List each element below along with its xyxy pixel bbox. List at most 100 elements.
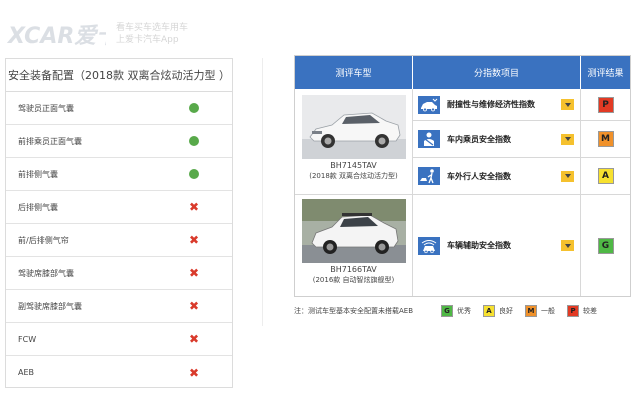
legend-item-m: M 一般 xyxy=(525,305,555,317)
score-label: 车外行人安全指数 xyxy=(447,171,511,181)
green-check-dot-icon xyxy=(189,169,199,179)
car-model-1: BH7145TAV xyxy=(330,161,377,170)
grade-badge: A xyxy=(597,168,614,184)
score-item-cell: 车内乘员安全指数 xyxy=(413,121,581,157)
safety-item-status xyxy=(156,169,232,179)
chevron-down-icon xyxy=(564,243,571,248)
score-result-cell: P xyxy=(581,89,630,120)
chevron-down-icon xyxy=(564,174,571,178)
legend-label: 优秀 xyxy=(457,307,472,315)
score-row-pedestrian: 车外行人安全指数 A xyxy=(413,158,630,195)
chevron-down-icon xyxy=(564,137,571,141)
car-model-2: BH7166TAV xyxy=(330,265,377,274)
safety-item-row: 驾驶席膝部气囊 ✖ xyxy=(6,257,232,290)
safety-item-status: ✖ xyxy=(156,200,232,214)
header-car: 测评车型 xyxy=(295,56,413,89)
expand-dropdown-button[interactable] xyxy=(561,99,574,110)
score-row-assist: 车辆辅助安全指数 G xyxy=(413,195,630,296)
xcar-logo-icon: XCAR爱卡 xyxy=(6,24,106,49)
green-check-dot-icon xyxy=(189,136,199,146)
red-cross-icon: ✖ xyxy=(188,200,200,214)
safety-item-status: ✖ xyxy=(156,233,232,247)
red-cross-icon: ✖ xyxy=(188,233,200,247)
header-result: 测评结果 xyxy=(587,69,624,79)
safety-table-title: 安全装备配置（2018款 双离合炫动活力型 ） xyxy=(6,59,232,92)
grade-badge: P xyxy=(597,96,614,113)
legend-label: 一般 xyxy=(541,307,556,315)
expand-dropdown-button[interactable] xyxy=(561,170,574,182)
safety-item-row: 后排侧气囊 ✖ xyxy=(6,191,232,224)
safety-item-row: 副驾驶席膝部气囊 ✖ xyxy=(6,290,232,323)
chevron-down-icon xyxy=(564,102,571,107)
svg-text:XCAR爱卡: XCAR爱卡 xyxy=(6,24,106,49)
safety-item-status: ✖ xyxy=(156,332,232,346)
green-check-dot-icon xyxy=(189,103,199,113)
watermark-slogan: 看车买车选车用车 上爱卡汽车App xyxy=(116,22,188,46)
score-label: 车辆辅助安全指数 xyxy=(447,241,511,250)
legend-box: P xyxy=(567,305,580,317)
legend-box: G xyxy=(441,305,454,317)
score-row-occupant: 车内乘员安全指数 M xyxy=(413,121,630,158)
occupant-safety-icon xyxy=(418,130,440,148)
safety-item-label: 驾驶席膝部气囊 xyxy=(18,268,74,278)
grade-badge: M xyxy=(597,131,614,147)
safety-item-label: 前排侧气囊 xyxy=(18,169,58,179)
safety-item-status: ✖ xyxy=(156,266,232,280)
legend-box: A xyxy=(483,305,496,317)
legend-item-p: P 较差 xyxy=(567,305,597,317)
car-desc-1: (2018款 双离合炫动活力型) xyxy=(309,172,398,180)
safety-item-row: FCW ✖ xyxy=(6,323,232,356)
safety-item-label: 前/后排侧气帘 xyxy=(18,235,69,245)
safety-item-label: 副驾驶席膝部气囊 xyxy=(18,301,82,311)
safety-item-label: FCW xyxy=(18,334,37,344)
safety-item-row: 前/后排侧气帘 ✖ xyxy=(6,224,232,257)
safety-item-row: 前排乘员正面气囊 xyxy=(6,125,232,158)
red-cross-icon: ✖ xyxy=(188,332,200,346)
score-result-cell: M xyxy=(581,121,630,157)
legend-box: M xyxy=(525,305,538,317)
score-result-cell: G xyxy=(581,195,630,296)
safety-item-label: AEB xyxy=(18,368,35,377)
safety-equipment-table: 安全装备配置（2018款 双离合炫动活力型 ） 驾驶员正面气囊 前排乘员正面气囊前… xyxy=(5,58,233,388)
score-item-cell: 车辆辅助安全指数 xyxy=(413,195,581,296)
white-sedan-photo-2 xyxy=(301,199,406,263)
legend-note: 注：测试车型基本安全配置未搭载AEB xyxy=(294,307,414,315)
legend-item-a: A 良好 xyxy=(483,305,513,317)
safety-item-status: ✖ xyxy=(156,365,232,380)
white-sedan-photo xyxy=(301,95,406,159)
score-result-cell: A xyxy=(581,158,630,194)
expand-dropdown-button[interactable] xyxy=(561,133,574,145)
safety-item-status xyxy=(156,136,232,146)
car-durability-icon xyxy=(418,95,440,114)
red-cross-icon: ✖ xyxy=(188,266,200,280)
score-label: 车内乘员安全指数 xyxy=(447,134,511,144)
evaluation-table-header: 测评车型 分指数项目 测评结果 xyxy=(295,56,630,89)
car-cell-2: BH7166TAV (2016款 自动智炫旗舰型) xyxy=(295,195,413,296)
watermark-line1: 看车买车选车用车 xyxy=(116,23,189,33)
driver-assist-icon xyxy=(418,236,440,255)
safety-item-row: 驾驶员正面气囊 xyxy=(6,92,232,125)
safety-item-label: 驾驶员正面气囊 xyxy=(18,103,74,113)
safety-item-status: ✖ xyxy=(156,299,232,313)
legend-label: 良好 xyxy=(499,307,514,315)
red-cross-icon: ✖ xyxy=(188,365,200,380)
score-item-cell: 车外行人安全指数 xyxy=(413,158,581,194)
red-cross-icon: ✖ xyxy=(188,299,200,313)
legend-label: 较差 xyxy=(583,307,598,315)
watermark-line2: 上爱卡汽车App xyxy=(116,35,179,45)
pedestrian-safety-icon xyxy=(418,167,440,185)
header-items: 分指数项目 xyxy=(413,56,581,89)
score-label: 耐撞性与维修经济性指数 xyxy=(447,100,535,109)
score-row-durability: 耐撞性与维修经济性指数 P xyxy=(413,89,630,121)
safety-item-row: 前排侧气囊 xyxy=(6,158,232,191)
safety-item-status xyxy=(156,103,232,113)
legend-item-g: G 优秀 xyxy=(441,305,471,317)
evaluation-table: 测评车型 分指数项目 测评结果 BH7145TAV (2018款 双离合炫动活力… xyxy=(294,55,631,297)
safety-item-row: AEB ✖ xyxy=(6,356,232,389)
expand-dropdown-button[interactable] xyxy=(561,240,574,251)
rating-legend: 注：测试车型基本安全配置未搭载AEB G 优秀 A 良好 M 一般 P 较差 xyxy=(294,302,634,320)
xcar-watermark: XCAR爱卡 看车买车选车用车 上爱卡汽车App xyxy=(6,18,236,54)
car-desc-2: (2016款 自动智炫旗舰型) xyxy=(312,276,395,284)
car-cell-1: BH7145TAV (2018款 双离合炫动活力型) xyxy=(295,89,413,195)
safety-table-rows: 驾驶员正面气囊 前排乘员正面气囊 前排侧气囊 后排侧气囊 ✖ 前/后排侧气帘 ✖ 驾驶席膝部气… xyxy=(6,92,232,389)
